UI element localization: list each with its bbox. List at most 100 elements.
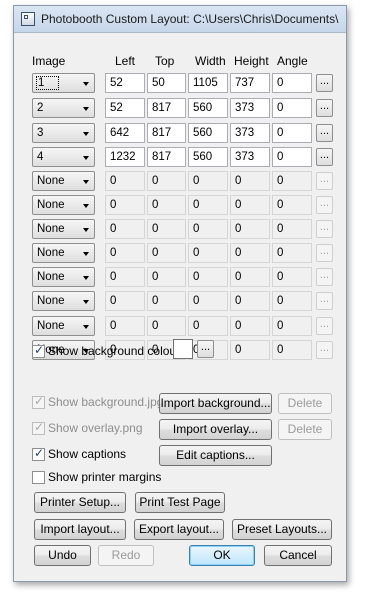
top-field[interactable]: 817	[147, 98, 186, 118]
print-test-page-button[interactable]: Print Test Page	[135, 492, 225, 513]
height-field[interactable]: 737	[230, 73, 270, 93]
image-select[interactable]: None	[32, 219, 95, 239]
top-field[interactable]: 0	[147, 291, 186, 311]
row-more-button[interactable]: ...	[316, 74, 333, 92]
angle-field[interactable]: 0	[272, 171, 312, 191]
angle-field[interactable]: 0	[272, 147, 312, 167]
row-more-button[interactable]: ...	[316, 99, 333, 117]
height-field[interactable]: 373	[230, 123, 270, 143]
width-field[interactable]: 0	[188, 291, 228, 311]
printer-setup-button[interactable]: Printer Setup...	[34, 492, 126, 513]
width-field[interactable]: 0	[188, 171, 228, 191]
edit-captions-button[interactable]: Edit captions...	[159, 445, 272, 466]
redo-button[interactable]: Redo	[98, 545, 154, 566]
row-more-button[interactable]: ...	[316, 341, 333, 359]
export-layout-button[interactable]: Export layout...	[134, 519, 224, 540]
angle-field[interactable]: 0	[272, 340, 312, 360]
height-field[interactable]: 0	[230, 243, 270, 263]
row-more-button[interactable]: ...	[316, 172, 333, 190]
delete-background-button[interactable]: Delete	[278, 393, 332, 414]
angle-field[interactable]: 0	[272, 267, 312, 287]
row-more-button[interactable]: ...	[316, 268, 333, 286]
image-select[interactable]: None	[32, 291, 95, 311]
height-field[interactable]: 0	[230, 267, 270, 287]
title-bar[interactable]: Photobooth Custom Layout: C:\Users\Chris…	[14, 6, 346, 33]
row-more-button[interactable]: ...	[316, 196, 333, 214]
top-field[interactable]: 0	[147, 195, 186, 215]
app-icon	[21, 12, 35, 26]
image-select[interactable]: None	[32, 267, 95, 287]
image-select[interactable]: None	[32, 195, 95, 215]
left-field[interactable]: 52	[105, 98, 145, 118]
angle-field[interactable]: 0	[272, 123, 312, 143]
row-more-button[interactable]: ...	[316, 317, 333, 335]
top-field[interactable]: 50	[147, 73, 186, 93]
row-more-button[interactable]: ...	[316, 220, 333, 238]
width-field[interactable]: 560	[188, 147, 228, 167]
top-field[interactable]: 817	[147, 147, 186, 167]
top-field[interactable]: 0	[147, 171, 186, 191]
import-background-button[interactable]: Import background...	[159, 393, 272, 414]
height-field[interactable]: 0	[230, 171, 270, 191]
width-field[interactable]: 0	[188, 219, 228, 239]
row-more-button[interactable]: ...	[316, 124, 333, 142]
angle-field[interactable]: 0	[272, 73, 312, 93]
angle-field[interactable]: 0	[272, 291, 312, 311]
import-overlay-button[interactable]: Import overlay...	[159, 419, 272, 440]
width-field[interactable]: 0	[188, 243, 228, 263]
image-select[interactable]: None	[32, 243, 95, 263]
image-select[interactable]: None	[32, 171, 95, 191]
angle-field[interactable]: 0	[272, 243, 312, 263]
height-field[interactable]: 0	[230, 340, 270, 360]
top-field[interactable]: 817	[147, 123, 186, 143]
ok-button[interactable]: OK	[189, 545, 255, 566]
width-field[interactable]: 1105	[188, 73, 228, 93]
custom-layout-dialog: Photobooth Custom Layout: C:\Users\Chris…	[13, 5, 347, 582]
delete-overlay-button[interactable]: Delete	[278, 419, 332, 440]
image-select[interactable]: None	[32, 316, 95, 336]
height-field[interactable]: 0	[230, 195, 270, 215]
angle-field[interactable]: 0	[272, 98, 312, 118]
undo-button[interactable]: Undo	[34, 545, 91, 566]
height-field[interactable]: 0	[230, 291, 270, 311]
angle-field[interactable]: 0	[272, 195, 312, 215]
cancel-button[interactable]: Cancel	[264, 545, 332, 566]
width-field[interactable]: 0	[188, 316, 228, 336]
height-field[interactable]: 0	[230, 219, 270, 239]
left-field[interactable]: 0	[105, 267, 145, 287]
left-field[interactable]: 52	[105, 73, 145, 93]
left-field[interactable]: 0	[105, 171, 145, 191]
image-select[interactable]: 1	[32, 73, 95, 93]
preset-layouts-button[interactable]: Preset Layouts...	[232, 519, 332, 540]
image-select[interactable]: 2	[32, 98, 95, 118]
image-select[interactable]: 3	[32, 123, 95, 143]
background-colour-picker-button[interactable]: ...	[197, 340, 214, 358]
top-field[interactable]: 0	[147, 243, 186, 263]
width-field[interactable]: 0	[188, 195, 228, 215]
angle-field[interactable]: 0	[272, 219, 312, 239]
left-field[interactable]: 0	[105, 243, 145, 263]
top-field[interactable]: 0	[147, 219, 186, 239]
left-field[interactable]: 1232	[105, 147, 145, 167]
width-field[interactable]: 560	[188, 123, 228, 143]
import-layout-button[interactable]: Import layout...	[34, 519, 126, 540]
left-field[interactable]: 0	[105, 291, 145, 311]
height-field[interactable]: 373	[230, 147, 270, 167]
checkbox-box: ✓	[32, 446, 45, 461]
image-select[interactable]: 4	[32, 147, 95, 167]
width-field[interactable]: 560	[188, 98, 228, 118]
top-field[interactable]: 0	[147, 316, 186, 336]
left-field[interactable]: 642	[105, 123, 145, 143]
row-more-button[interactable]: ...	[316, 148, 333, 166]
background-colour-swatch[interactable]	[173, 339, 193, 359]
height-field[interactable]: 373	[230, 98, 270, 118]
angle-field[interactable]: 0	[272, 316, 312, 336]
row-more-button[interactable]: ...	[316, 244, 333, 262]
height-field[interactable]: 0	[230, 316, 270, 336]
left-field[interactable]: 0	[105, 219, 145, 239]
width-field[interactable]: 0	[188, 267, 228, 287]
top-field[interactable]: 0	[147, 267, 186, 287]
row-more-button[interactable]: ...	[316, 292, 333, 310]
left-field[interactable]: 0	[105, 316, 145, 336]
left-field[interactable]: 0	[105, 195, 145, 215]
